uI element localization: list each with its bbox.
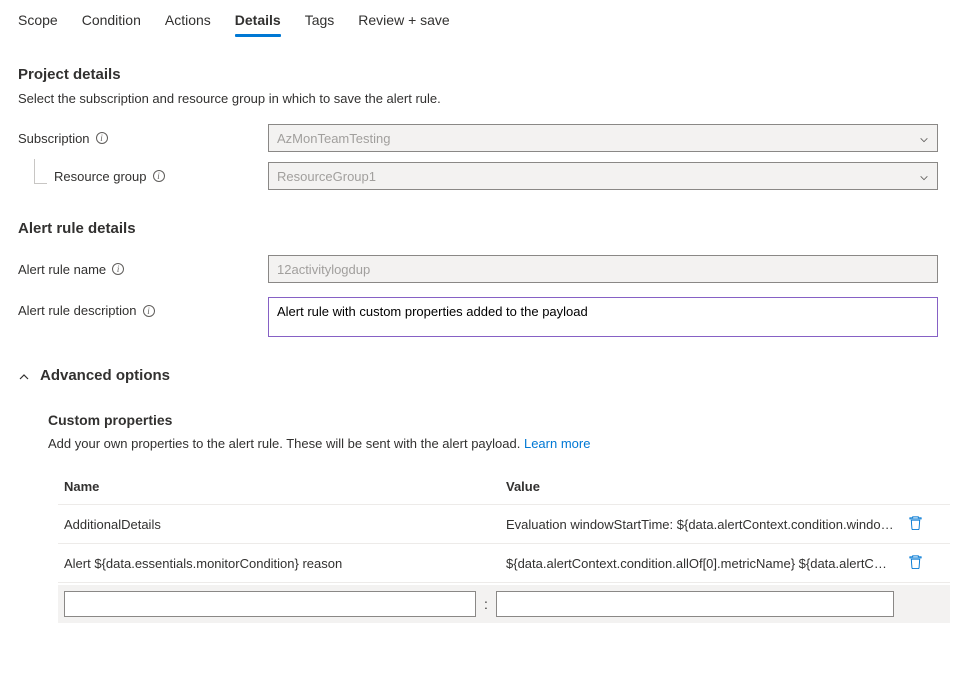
resource-group-label: Resource group — [54, 169, 147, 184]
project-details-heading: Project details — [18, 66, 950, 83]
chevron-down-icon — [919, 171, 929, 181]
new-property-name-input[interactable] — [64, 591, 476, 617]
new-property-value-input[interactable] — [496, 591, 894, 617]
custom-properties-table: Name Value AdditionalDetails Evaluation … — [58, 469, 950, 623]
alert-rule-desc-input[interactable] — [268, 297, 938, 337]
table-row: Alert ${data.essentials.monitorCondition… — [58, 544, 950, 583]
property-name: AdditionalDetails — [58, 507, 488, 542]
separator: : — [476, 596, 496, 612]
project-details-desc: Select the subscription and resource gro… — [18, 91, 950, 106]
advanced-options-expander[interactable]: Advanced options — [18, 367, 950, 384]
custom-properties-desc: Add your own properties to the alert rul… — [48, 436, 950, 451]
tabs-bar: Scope Condition Actions Details Tags Rev… — [18, 0, 950, 36]
advanced-options-title: Advanced options — [40, 367, 170, 384]
tab-scope[interactable]: Scope — [18, 8, 58, 36]
tab-details[interactable]: Details — [235, 8, 281, 36]
property-name: Alert ${data.essentials.monitorCondition… — [58, 546, 488, 581]
subscription-value: AzMonTeamTesting — [277, 131, 390, 146]
info-icon[interactable] — [112, 263, 124, 275]
subscription-dropdown[interactable]: AzMonTeamTesting — [268, 124, 938, 152]
tab-condition[interactable]: Condition — [82, 8, 141, 36]
chevron-up-icon — [18, 370, 30, 382]
subscription-label: Subscription — [18, 131, 90, 146]
resource-group-dropdown[interactable]: ResourceGroup1 — [268, 162, 938, 190]
info-icon[interactable] — [153, 170, 165, 182]
alert-rule-name-label: Alert rule name — [18, 262, 106, 277]
delete-icon[interactable] — [908, 554, 923, 569]
column-header-name: Name — [58, 469, 488, 504]
table-row: AdditionalDetails Evaluation windowStart… — [58, 505, 950, 544]
new-property-row: : — [58, 585, 950, 623]
resource-group-value: ResourceGroup1 — [277, 169, 376, 184]
alert-rule-name-value: 12activitylogdup — [277, 262, 370, 277]
alert-rule-details-heading: Alert rule details — [18, 220, 950, 237]
property-value: Evaluation windowStartTime: ${data.alert… — [500, 507, 900, 542]
alert-rule-desc-label: Alert rule description — [18, 303, 137, 318]
property-value: ${data.alertContext.condition.allOf[0].m… — [500, 546, 900, 581]
info-icon[interactable] — [96, 132, 108, 144]
chevron-down-icon — [919, 133, 929, 143]
alert-rule-name-input[interactable]: 12activitylogdup — [268, 255, 938, 283]
custom-properties-heading: Custom properties — [48, 412, 950, 428]
info-icon[interactable] — [143, 305, 155, 317]
column-header-value: Value — [500, 469, 900, 504]
tab-review[interactable]: Review + save — [358, 8, 449, 36]
delete-icon[interactable] — [908, 515, 923, 530]
tab-tags[interactable]: Tags — [305, 8, 335, 36]
learn-more-link[interactable]: Learn more — [524, 436, 590, 451]
tab-actions[interactable]: Actions — [165, 8, 211, 36]
